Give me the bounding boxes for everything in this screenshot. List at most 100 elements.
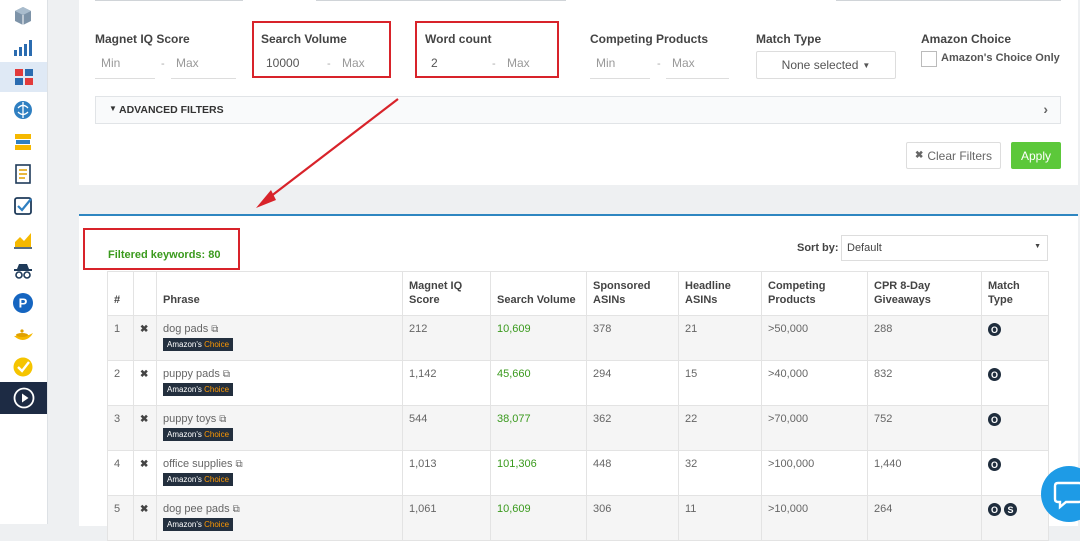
badge-prefix: Amazon's (167, 520, 202, 529)
cpr-giveaways-cell: 1,440 (867, 450, 982, 496)
competing-products-value: >10,000 (768, 503, 809, 515)
competing-products-value: >50,000 (768, 323, 809, 335)
competing-products-cell: >40,000 (761, 360, 868, 406)
match-type-cell: O (981, 315, 1049, 361)
external-link-icon[interactable]: ⧉ (219, 414, 226, 425)
magnet-iq-cell: 1,142 (402, 360, 491, 406)
col-header[interactable]: Competing Products (761, 271, 868, 316)
match-type-badge: S (1004, 503, 1017, 516)
table-row: 4 ✖ office supplies ⧉ Amazon's Choice 1,013 10… (107, 450, 1049, 496)
match-type-badge: O (988, 413, 1001, 426)
magnet-iq-value: 1,142 (409, 368, 437, 380)
col-header[interactable]: Headline ASINs (678, 271, 762, 316)
sponsored-asins-value: 378 (593, 323, 612, 335)
match-type-badge: O (988, 368, 1001, 381)
cpr-giveaways-value: 752 (874, 413, 893, 425)
competing-products-cell: >100,000 (761, 450, 868, 496)
headline-asins-cell: 22 (678, 405, 762, 451)
table-row: 2 ✖ puppy pads ⧉ Amazon's Choice 1,142 45,660 2… (107, 360, 1049, 406)
external-link-icon[interactable]: ⧉ (211, 324, 218, 335)
remove-icon[interactable]: ✖ (140, 459, 148, 470)
phrase-text: puppy toys (163, 413, 217, 425)
sort-select[interactable]: Default ▼ (841, 235, 1048, 261)
phrase-text: puppy pads (163, 368, 220, 380)
match-type-cell: O (981, 450, 1049, 496)
row-number-value: 5 (114, 503, 121, 515)
row-number: 2 (107, 360, 134, 406)
magnet-iq-value: 1,061 (409, 503, 437, 515)
badge-suffix: Choice (204, 520, 230, 529)
sponsored-asins-cell: 362 (586, 405, 679, 451)
col-header[interactable]: Search Volume (490, 271, 587, 316)
remove-cell: ✖ (133, 360, 157, 406)
search-volume-value: 45,660 (497, 368, 531, 380)
cpr-giveaways-cell: 752 (867, 405, 982, 451)
badge-suffix: Choice (204, 340, 230, 349)
sponsored-asins-cell: 378 (586, 315, 679, 361)
headline-asins-value: 11 (685, 503, 697, 515)
remove-cell: ✖ (133, 495, 157, 541)
match-type-badge: O (988, 323, 1001, 336)
row-number-value: 3 (114, 413, 121, 425)
remove-icon[interactable]: ✖ (140, 369, 148, 380)
phrase-text: dog pee pads (163, 503, 230, 515)
amazon-choice-badge: Amazon's Choice (163, 428, 234, 441)
headline-asins-value: 21 (685, 323, 698, 335)
sponsored-asins-cell: 294 (586, 360, 679, 406)
row-number: 4 (107, 450, 134, 496)
search-volume-cell: 101,306 (490, 450, 587, 496)
headline-asins-cell: 32 (678, 450, 762, 496)
remove-icon[interactable]: ✖ (140, 324, 148, 335)
sponsored-asins-value: 448 (593, 458, 612, 470)
external-link-icon[interactable]: ⧉ (233, 504, 240, 515)
sponsored-asins-value: 294 (593, 368, 612, 380)
table-row: 1 ✖ dog pads ⧉ Amazon's Choice 212 10,609 378 21… (107, 315, 1049, 361)
phrase-cell: dog pee pads ⧉ Amazon's Choice (156, 495, 403, 541)
phrase-cell: office supplies ⧉ Amazon's Choice (156, 450, 403, 496)
search-volume-value: 10,609 (497, 323, 531, 335)
sponsored-asins-cell: 448 (586, 450, 679, 496)
keywords-table: # Phrase Magnet IQ Score Search Volume S… (107, 271, 1049, 541)
remove-icon[interactable]: ✖ (140, 504, 148, 515)
col-header[interactable]: CPR 8-Day Giveaways (867, 271, 982, 316)
magnet-iq-value: 1,013 (409, 458, 437, 470)
search-volume-value: 10,609 (497, 503, 531, 515)
cpr-giveaways-cell: 832 (867, 360, 982, 406)
competing-products-value: >40,000 (768, 368, 809, 380)
search-volume-value: 38,077 (497, 413, 531, 425)
row-number-value: 1 (114, 323, 121, 335)
badge-prefix: Amazon's (167, 385, 202, 394)
col-header[interactable]: Match Type (981, 271, 1049, 316)
competing-products-value: >70,000 (768, 413, 809, 425)
col-header[interactable]: Phrase (156, 271, 403, 316)
col-header[interactable]: # (107, 271, 134, 316)
table-row: 3 ✖ puppy toys ⧉ Amazon's Choice 544 38,077 362… (107, 405, 1049, 451)
magnet-iq-cell: 1,061 (402, 495, 491, 541)
external-link-icon[interactable]: ⧉ (223, 369, 230, 380)
search-volume-value: 101,306 (497, 458, 537, 470)
headline-asins-value: 32 (685, 458, 698, 470)
table-header-row: # Phrase Magnet IQ Score Search Volume S… (107, 271, 1049, 316)
remove-cell: ✖ (133, 315, 157, 361)
headline-asins-value: 15 (685, 368, 698, 380)
search-volume-cell: 10,609 (490, 495, 587, 541)
competing-products-cell: >10,000 (761, 495, 868, 541)
badge-prefix: Amazon's (167, 430, 202, 439)
row-number: 5 (107, 495, 134, 541)
search-volume-cell: 38,077 (490, 405, 587, 451)
chat-launcher-button[interactable] (1041, 466, 1080, 522)
sort-label: Sort by: (797, 242, 839, 254)
phrase-cell: puppy pads ⧉ Amazon's Choice (156, 360, 403, 406)
cpr-giveaways-value: 264 (874, 503, 893, 515)
col-header[interactable]: Sponsored ASINs (586, 271, 679, 316)
external-link-icon[interactable]: ⧉ (236, 459, 243, 470)
col-header (133, 271, 157, 316)
badge-suffix: Choice (204, 430, 230, 439)
filtered-keywords-count: Filtered keywords: 80 (108, 249, 221, 261)
match-type-badge: O (988, 458, 1001, 471)
badge-prefix: Amazon's (167, 340, 202, 349)
remove-icon[interactable]: ✖ (140, 414, 148, 425)
match-type-cell: O (981, 405, 1049, 451)
amazon-choice-badge: Amazon's Choice (163, 338, 234, 351)
col-header[interactable]: Magnet IQ Score (402, 271, 491, 316)
